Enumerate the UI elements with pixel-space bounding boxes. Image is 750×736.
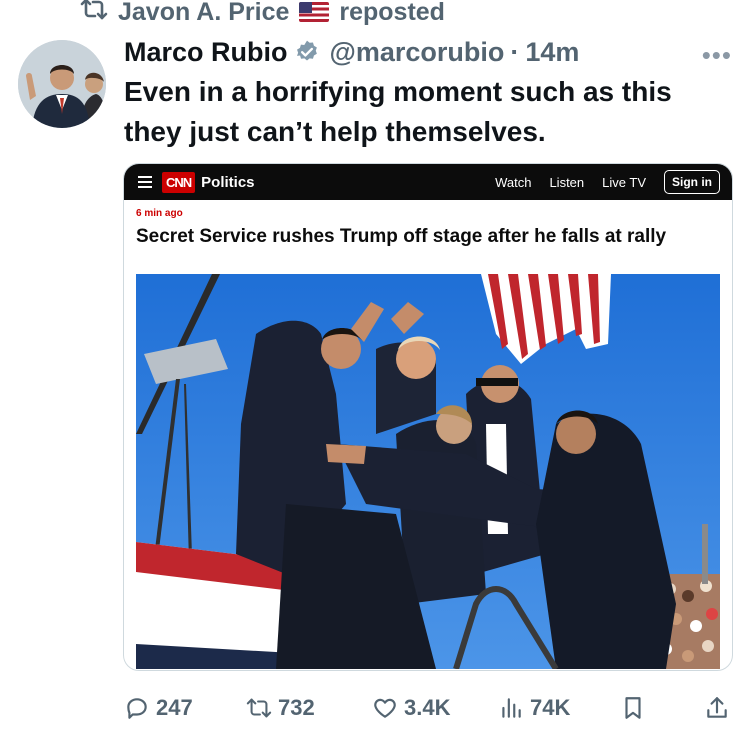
section-label: Politics bbox=[201, 173, 255, 191]
embedded-media-card[interactable]: CNN Politics Watch Listen Live TV Sign i… bbox=[123, 163, 733, 671]
post-time[interactable]: 14m bbox=[525, 37, 579, 68]
sign-in-button: Sign in bbox=[664, 170, 720, 194]
news-photo bbox=[136, 274, 720, 669]
share-button[interactable] bbox=[704, 688, 730, 728]
menu-icon bbox=[138, 176, 152, 188]
nav-listen: Listen bbox=[549, 174, 585, 190]
reply-icon bbox=[124, 695, 150, 721]
cnn-logo: CNN bbox=[162, 171, 196, 193]
cnn-header-bar: CNN Politics Watch Listen Live TV Sign i… bbox=[124, 164, 732, 200]
repost-indicator: Javon A. Price reposted bbox=[80, 0, 445, 27]
verified-badge-icon[interactable] bbox=[294, 39, 320, 65]
separator-dot: · bbox=[510, 36, 520, 67]
author-handle[interactable]: @marcorubio bbox=[330, 37, 505, 68]
repost-icon bbox=[246, 695, 272, 721]
reposted-label: reposted bbox=[339, 0, 445, 26]
reposter-name[interactable]: Javon A. Price bbox=[118, 0, 289, 27]
share-icon bbox=[704, 695, 730, 721]
repost-button[interactable]: 732 bbox=[246, 688, 315, 728]
article-headline: Secret Service rushes Trump off stage af… bbox=[136, 226, 667, 247]
avatar[interactable] bbox=[18, 40, 106, 128]
repost-icon bbox=[80, 0, 108, 27]
cnn-nav: Watch Listen Live TV Sign in bbox=[495, 164, 720, 200]
views-count: 74K bbox=[530, 695, 571, 720]
reply-button[interactable]: 247 bbox=[124, 688, 193, 728]
like-button[interactable]: 3.4K bbox=[372, 688, 450, 728]
bookmark-icon bbox=[620, 695, 646, 721]
heart-icon bbox=[372, 695, 398, 721]
tweet-header: Marco Rubio @marcorubio · 14m bbox=[124, 32, 579, 72]
reply-count: 247 bbox=[156, 695, 193, 720]
more-options-icon[interactable]: ••• bbox=[702, 40, 732, 71]
tweet-actions: 247 732 3.4K 74K bbox=[0, 688, 750, 728]
tweet-text: Even in a horrifying moment such as this… bbox=[124, 76, 672, 147]
bookmark-button[interactable] bbox=[620, 688, 646, 728]
author-name[interactable]: Marco Rubio bbox=[124, 37, 288, 68]
nav-watch: Watch bbox=[495, 174, 532, 190]
article-time-ago: 6 min ago bbox=[136, 208, 183, 219]
like-count: 3.4K bbox=[404, 695, 451, 720]
repost-count: 732 bbox=[278, 695, 315, 720]
analytics-icon bbox=[498, 695, 524, 721]
us-flag-icon bbox=[299, 2, 330, 22]
nav-live-tv: Live TV bbox=[602, 174, 646, 190]
views-button[interactable]: 74K bbox=[498, 688, 570, 728]
